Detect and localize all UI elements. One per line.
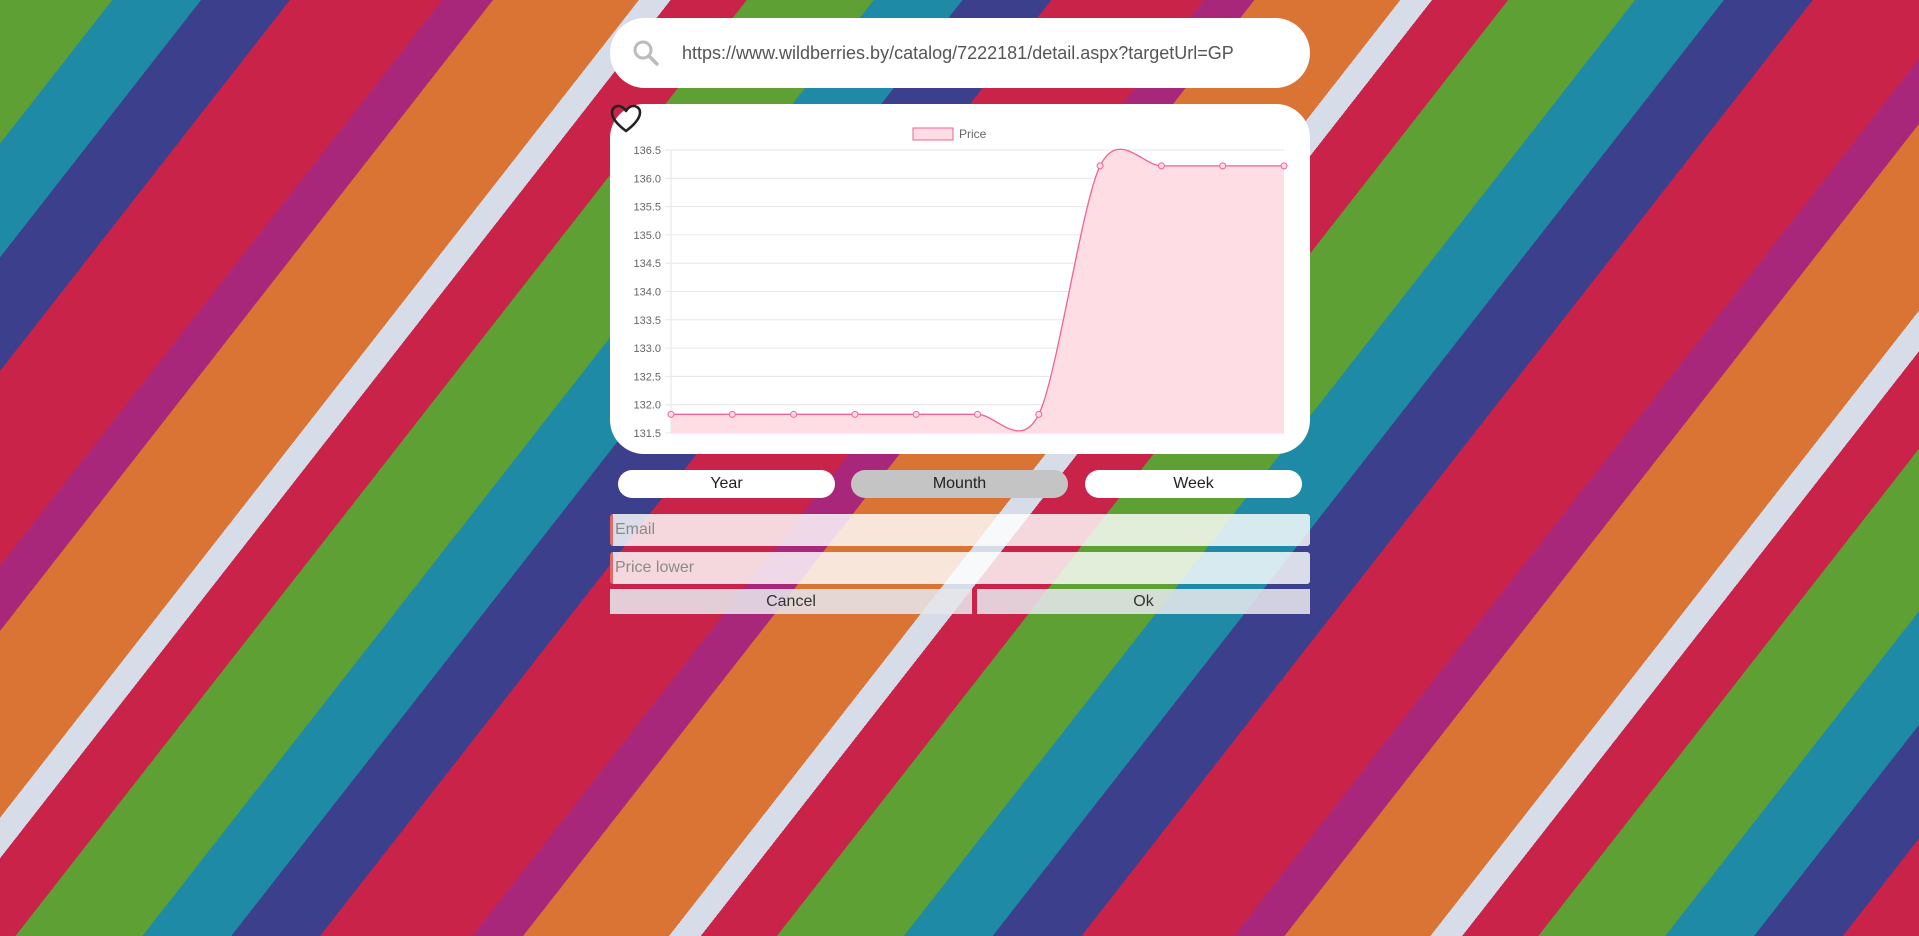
search-icon (633, 40, 659, 66)
y-tick-label: 132.0 (633, 400, 661, 412)
data-point (974, 410, 981, 418)
email-field[interactable] (610, 514, 1310, 546)
data-point (1280, 162, 1288, 170)
price-chart: 136.5 136.0 135.5 135.0 134.5 134.0 133.5 133.0… (633, 127, 1288, 440)
y-tick-label: 131.5 (633, 428, 661, 440)
y-tick-label: 136.0 (633, 173, 661, 185)
y-tick-label: 132.5 (633, 371, 661, 383)
legend-label: Price (959, 127, 987, 141)
price-lower-field[interactable] (610, 552, 1310, 584)
data-point (728, 410, 736, 418)
data-point (912, 410, 920, 418)
y-tick-label: 134.5 (633, 258, 661, 270)
period-year-button[interactable]: Year (618, 470, 835, 498)
period-week-button[interactable]: Week (1085, 470, 1302, 498)
y-tick-label: 135.0 (633, 230, 661, 242)
price-chart-card: 136.5 136.0 135.5 135.0 134.5 134.0 133.5 133.0… (610, 104, 1310, 454)
ok-button[interactable]: Ok (977, 589, 1310, 614)
y-tick-label: 133.5 (633, 315, 661, 327)
period-month-button[interactable]: Mounth (851, 470, 1068, 498)
data-point (1219, 162, 1227, 170)
y-tick-label: 135.5 (633, 202, 661, 214)
heart-icon[interactable] (610, 104, 642, 134)
data-point (790, 410, 798, 418)
data-point (851, 410, 859, 418)
legend-swatch (912, 127, 954, 141)
data-point (1096, 162, 1104, 170)
cancel-button[interactable]: Cancel (610, 589, 972, 614)
url-input[interactable]: https://www.wildberries.by/catalog/72221… (682, 43, 1234, 64)
search-bar[interactable]: https://www.wildberries.by/catalog/72221… (610, 18, 1310, 88)
y-tick-label: 134.0 (633, 287, 661, 299)
y-tick-label: 133.0 (633, 343, 661, 355)
data-point (1157, 162, 1165, 170)
y-tick-label: 136.5 (633, 145, 661, 157)
data-point (667, 410, 675, 418)
data-point (1035, 410, 1043, 418)
